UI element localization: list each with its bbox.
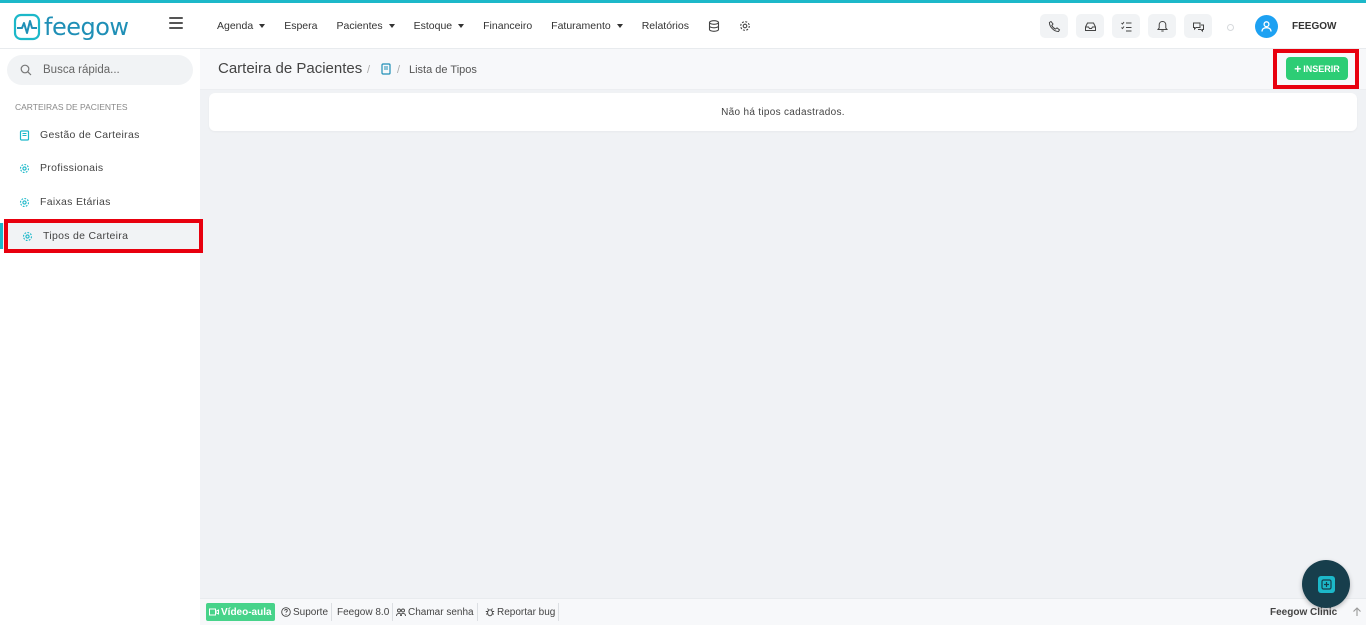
version-label: Feegow 8.0 xyxy=(334,603,394,621)
search-icon xyxy=(20,64,32,76)
chevron-down-icon xyxy=(616,24,623,28)
sidebar-item-tipos-de-carteira[interactable]: Tipos de Carteira xyxy=(0,223,200,249)
tasks-icon xyxy=(1120,21,1131,31)
hamburger-menu-icon[interactable] xyxy=(169,17,183,31)
menu-faturamento[interactable]: Faturamento xyxy=(551,20,623,32)
feegow-logo[interactable]: feegow xyxy=(13,13,129,41)
support-link[interactable]: Suporte xyxy=(278,603,333,621)
sidebar-item-label: Profissionais xyxy=(40,162,104,174)
breadcrumb-separator: / xyxy=(367,64,371,76)
call-ticket-button[interactable]: Chamar senha xyxy=(393,603,478,621)
sidebar-section-title: CARTEIRAS DE PACIENTES xyxy=(15,102,128,112)
feegow-logo-icon xyxy=(13,13,41,41)
notifications-button[interactable] xyxy=(1148,14,1176,38)
menu-financeiro[interactable]: Financeiro xyxy=(483,20,532,32)
empty-state-panel: Não há tipos cadastrados. xyxy=(209,93,1357,131)
user-name[interactable]: FEEGOW xyxy=(1292,21,1336,32)
chevron-down-icon xyxy=(458,24,465,28)
content-header: Carteira de Pacientes / / Lista de Tipos… xyxy=(200,49,1366,90)
footer-brand: Feegow Clinic xyxy=(1270,607,1338,618)
bug-icon xyxy=(485,608,495,617)
footer-bar: Vídeo-aula Suporte Feegow 8.0 Chamar sen… xyxy=(200,598,1366,625)
book-icon[interactable] xyxy=(380,63,392,75)
menu-agenda[interactable]: Agenda xyxy=(217,20,266,32)
book-icon xyxy=(19,129,30,141)
report-bug-button[interactable]: Reportar bug xyxy=(482,603,560,621)
database-icon[interactable] xyxy=(708,20,720,32)
search-input[interactable] xyxy=(43,64,183,76)
inbox-button[interactable] xyxy=(1076,14,1104,38)
avatar[interactable] xyxy=(1255,15,1278,38)
phone-icon xyxy=(1048,20,1060,32)
chat-widget-button[interactable] xyxy=(1302,560,1350,608)
inbox-icon xyxy=(1084,22,1096,31)
sidebar-item-profissionais[interactable]: Profissionais xyxy=(0,155,200,181)
gear-icon xyxy=(19,197,30,207)
menu-relatorios[interactable]: Relatórios xyxy=(642,20,689,32)
bell-icon xyxy=(1156,20,1168,31)
users-icon xyxy=(396,608,406,617)
gear-icon xyxy=(22,231,33,241)
gear-icon xyxy=(19,163,30,173)
tasks-button[interactable] xyxy=(1112,14,1140,38)
empty-message: Não há tipos cadastrados. xyxy=(721,106,845,118)
gear-icon[interactable] xyxy=(739,20,751,32)
breadcrumb-current: Lista de Tipos xyxy=(409,64,477,76)
insert-button[interactable]: + INSERIR xyxy=(1286,57,1348,80)
toolbar xyxy=(1040,14,1220,38)
video-tutorial-button[interactable]: Vídeo-aula xyxy=(206,603,275,621)
menu-pacientes[interactable]: Pacientes xyxy=(336,20,395,32)
chat-icon xyxy=(1192,22,1204,32)
main-menu: Agenda Espera Pacientes Estoque Financei… xyxy=(217,3,770,49)
sidebar-item-label: Faixas Etárias xyxy=(40,196,111,208)
sidebar-item-gestao-de-carteiras[interactable]: Gestão de Carteiras xyxy=(0,122,200,148)
arrow-up-icon[interactable] xyxy=(1352,607,1362,617)
chat-button[interactable] xyxy=(1184,14,1212,38)
sidebar-item-faixas-etarias[interactable]: Faixas Etárias xyxy=(0,189,200,215)
sidebar-item-label: Gestão de Carteiras xyxy=(40,129,140,141)
chevron-down-icon xyxy=(388,24,395,28)
sidebar-item-label: Tipos de Carteira xyxy=(43,230,129,242)
video-icon xyxy=(209,608,219,616)
widget-icon xyxy=(1317,575,1335,593)
user-icon xyxy=(1261,21,1272,32)
active-indicator xyxy=(0,223,3,249)
logo-text: feegow xyxy=(44,13,129,41)
phone-button[interactable] xyxy=(1040,14,1068,38)
quick-search xyxy=(7,55,193,85)
top-navbar: feegow Agenda Espera Pacientes Estoque F… xyxy=(0,3,1366,49)
help-icon xyxy=(281,607,291,617)
page-title: Carteira de Pacientes xyxy=(218,60,363,77)
plus-icon: + xyxy=(1294,61,1302,76)
menu-estoque[interactable]: Estoque xyxy=(414,20,465,32)
sidebar: CARTEIRAS DE PACIENTES Gestão de Carteir… xyxy=(0,49,203,625)
menu-espera[interactable]: Espera xyxy=(284,20,317,32)
chevron-down-icon xyxy=(259,24,266,28)
breadcrumb-separator: / xyxy=(397,64,401,76)
status-indicator xyxy=(1227,24,1234,31)
